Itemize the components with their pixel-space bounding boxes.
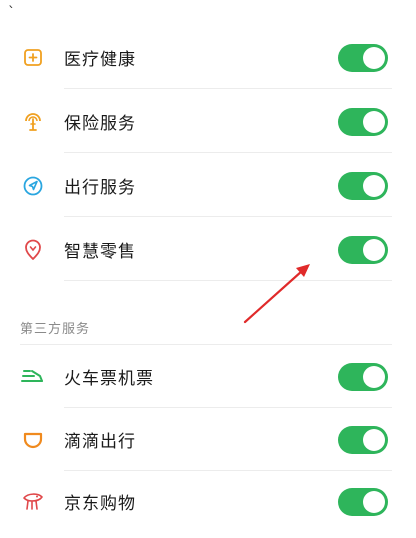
travel-toggle[interactable] xyxy=(338,171,388,200)
service-row-insurance[interactable]: 保险服务 xyxy=(0,90,416,153)
divider xyxy=(64,216,392,217)
jd-toggle[interactable] xyxy=(338,487,388,516)
toggle-knob xyxy=(363,46,385,69)
service-label: 京东购物 xyxy=(64,494,136,514)
toggle-knob xyxy=(363,110,385,133)
service-label: 滴滴出行 xyxy=(64,432,136,452)
divider xyxy=(64,280,392,281)
insurance-toggle[interactable] xyxy=(338,107,388,136)
travel-navigation-icon xyxy=(20,173,46,199)
insurance-umbrella-icon xyxy=(20,109,46,135)
divider xyxy=(64,88,392,89)
medical-toggle[interactable] xyxy=(338,43,388,72)
service-row-jd[interactable]: 京东购物 xyxy=(0,470,416,533)
train-ticket-icon xyxy=(20,364,46,390)
service-label: 智慧零售 xyxy=(64,242,136,262)
toggle-knob xyxy=(363,428,385,451)
toggle-knob xyxy=(363,365,385,388)
service-row-train-tickets[interactable]: 火车票机票 xyxy=(0,345,416,408)
didi-icon xyxy=(20,427,46,453)
third-party-section-header: 第三方服务 xyxy=(20,322,91,337)
stray-mark: ` xyxy=(8,5,15,21)
service-label: 出行服务 xyxy=(64,178,136,198)
train-tickets-toggle[interactable] xyxy=(338,362,388,391)
retail-toggle[interactable] xyxy=(338,235,388,264)
service-row-travel[interactable]: 出行服务 xyxy=(0,154,416,217)
medical-plus-icon xyxy=(20,45,46,71)
service-label: 医疗健康 xyxy=(64,50,136,70)
service-row-retail[interactable]: 智慧零售 xyxy=(0,218,416,281)
toggle-knob xyxy=(363,490,385,513)
divider xyxy=(64,152,392,153)
retail-location-icon xyxy=(20,237,46,263)
toggle-knob xyxy=(363,174,385,197)
toggle-knob xyxy=(363,238,385,261)
service-row-didi[interactable]: 滴滴出行 xyxy=(0,408,416,471)
jd-dog-icon xyxy=(20,489,46,515)
service-label: 火车票机票 xyxy=(64,369,154,389)
service-row-medical[interactable]: 医疗健康 xyxy=(0,26,416,89)
didi-toggle[interactable] xyxy=(338,425,388,454)
service-label: 保险服务 xyxy=(64,114,136,134)
